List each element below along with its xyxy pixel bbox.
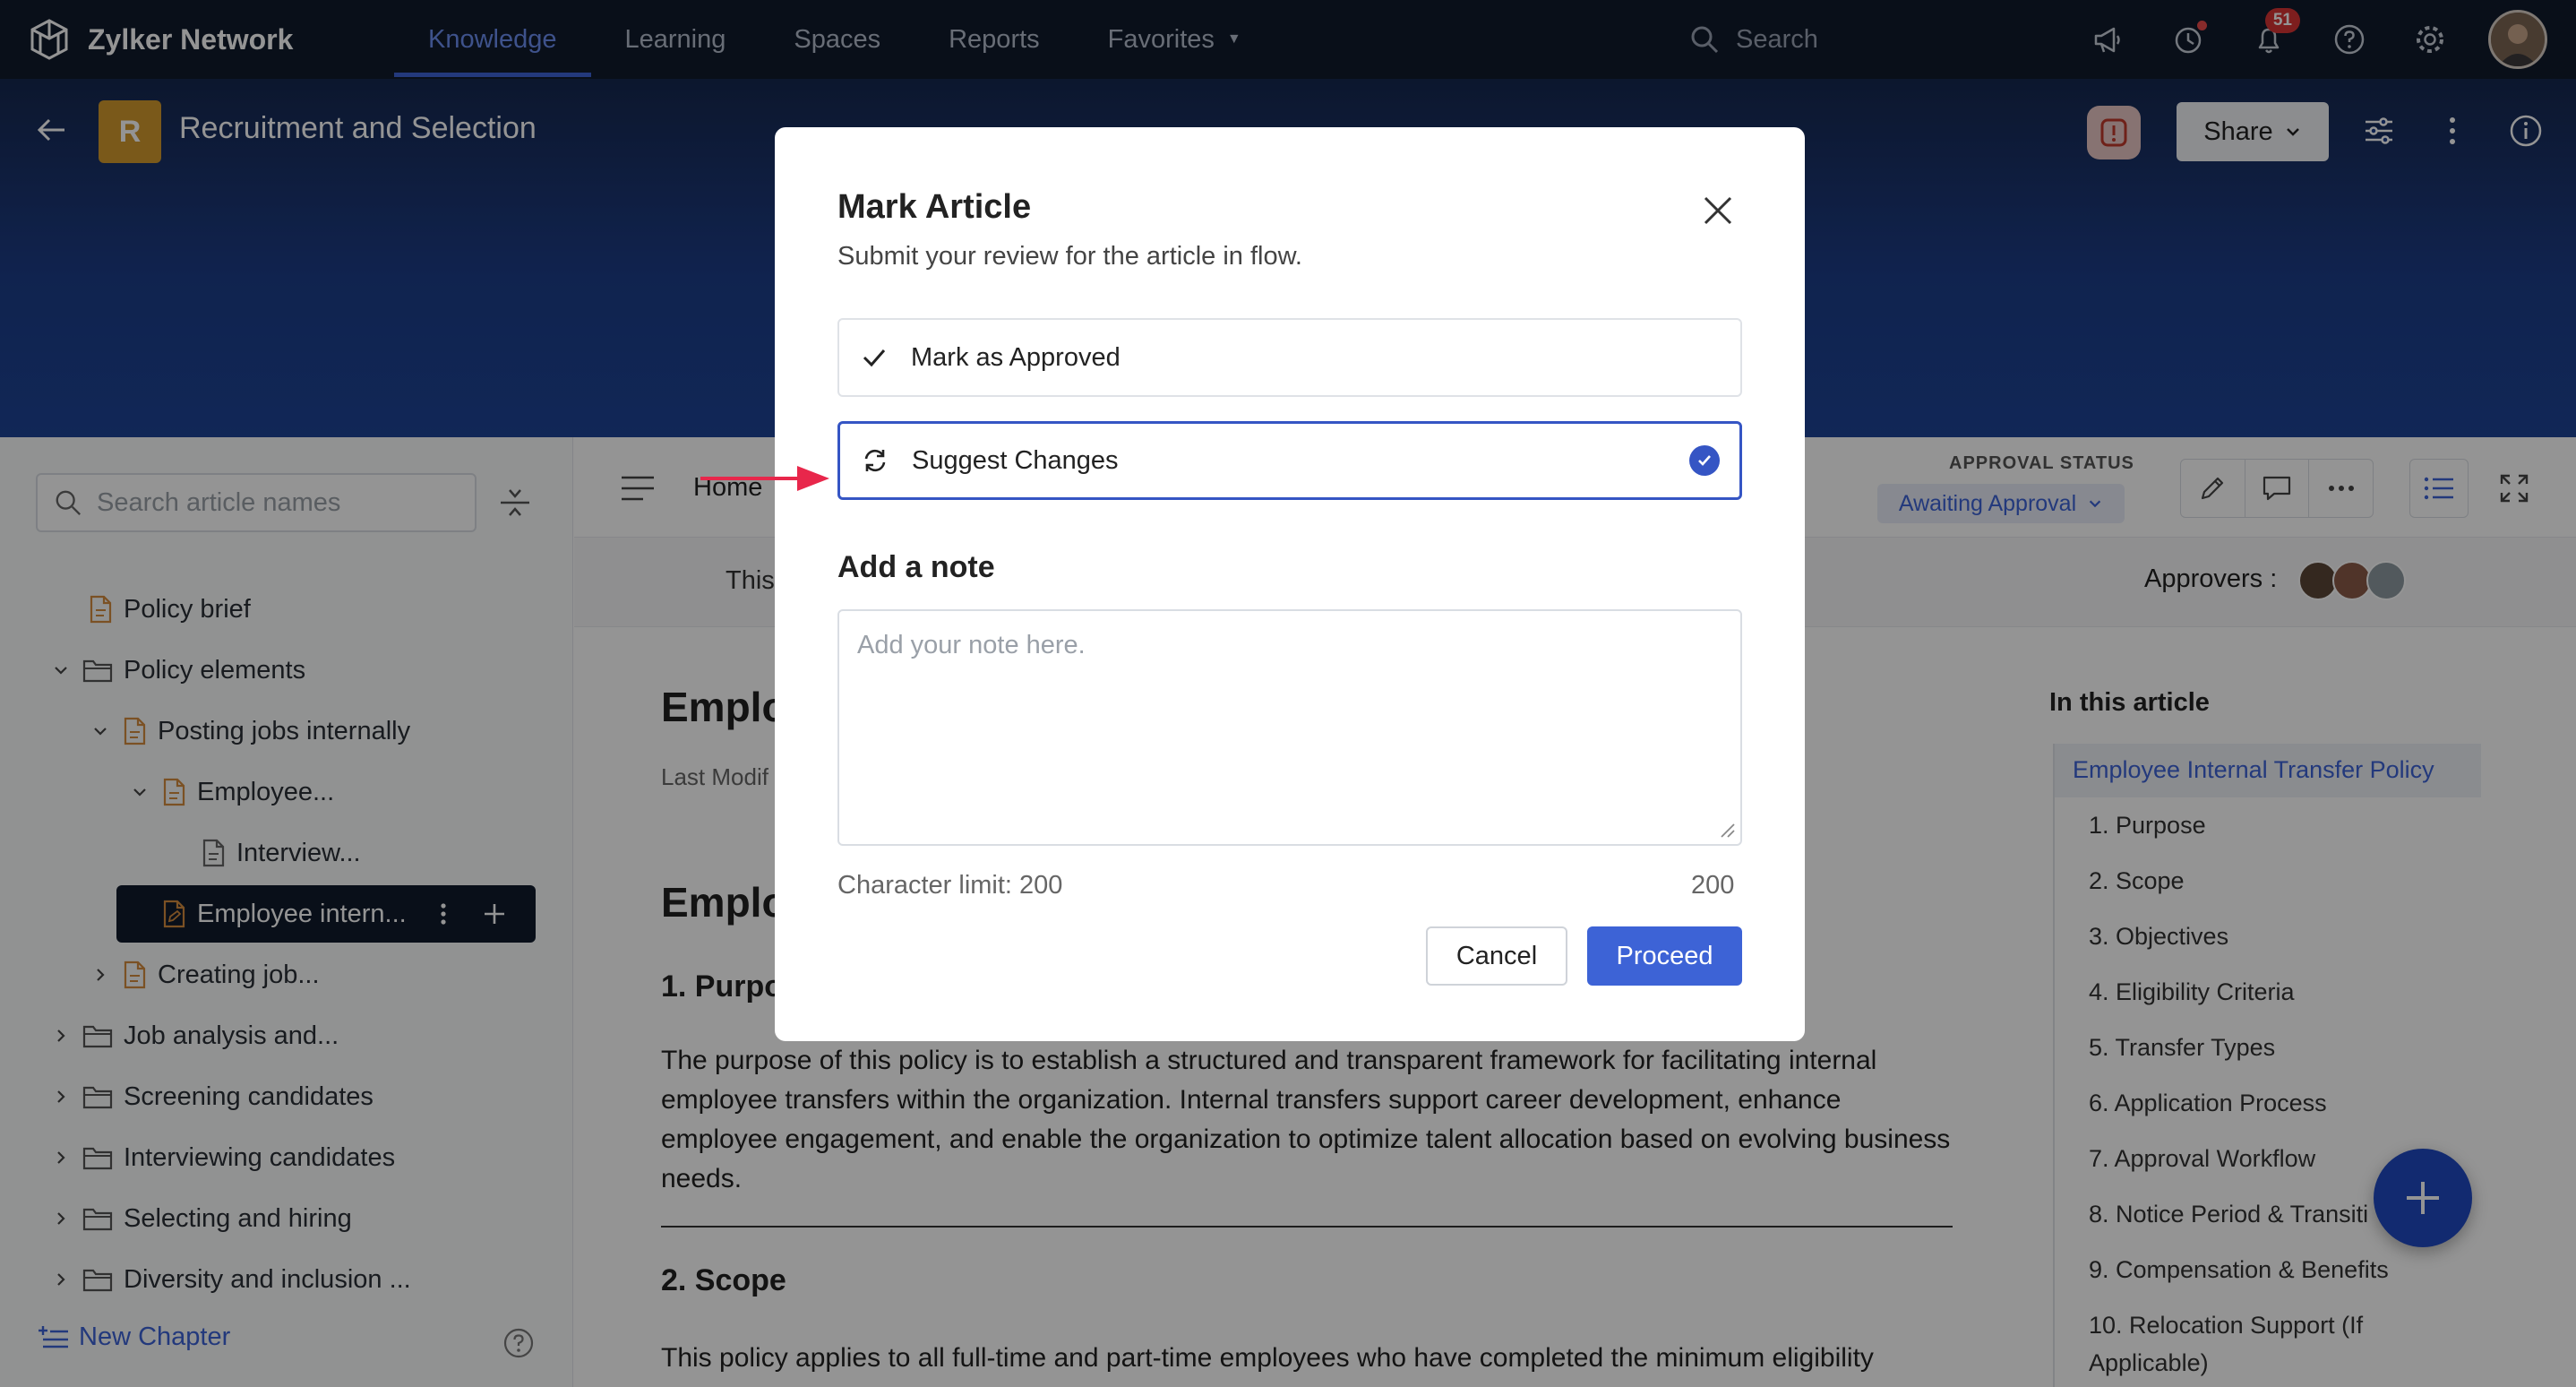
check-icon bbox=[861, 344, 888, 371]
option-mark-as-approved[interactable]: Mark as Approved bbox=[837, 318, 1742, 397]
modal-title: Mark Article bbox=[837, 188, 1032, 226]
refresh-icon bbox=[862, 447, 889, 474]
selected-check-icon bbox=[1689, 445, 1720, 476]
option-label: Mark as Approved bbox=[911, 342, 1121, 372]
pointer-arrow-icon bbox=[699, 459, 833, 498]
option-label: Suggest Changes bbox=[912, 445, 1119, 475]
resize-handle-icon[interactable] bbox=[1720, 823, 1736, 839]
character-count: 200 bbox=[1691, 871, 1735, 900]
character-limit: Character limit: 200 bbox=[837, 871, 1063, 900]
note-label: Add a note bbox=[837, 550, 995, 584]
note-textarea[interactable] bbox=[837, 609, 1742, 846]
option-suggest-changes[interactable]: Suggest Changes bbox=[837, 421, 1742, 500]
modal-subtitle: Submit your review for the article in fl… bbox=[837, 242, 1302, 271]
proceed-button[interactable]: Proceed bbox=[1587, 926, 1742, 986]
close-icon[interactable] bbox=[1702, 194, 1734, 227]
cancel-button[interactable]: Cancel bbox=[1426, 926, 1567, 986]
